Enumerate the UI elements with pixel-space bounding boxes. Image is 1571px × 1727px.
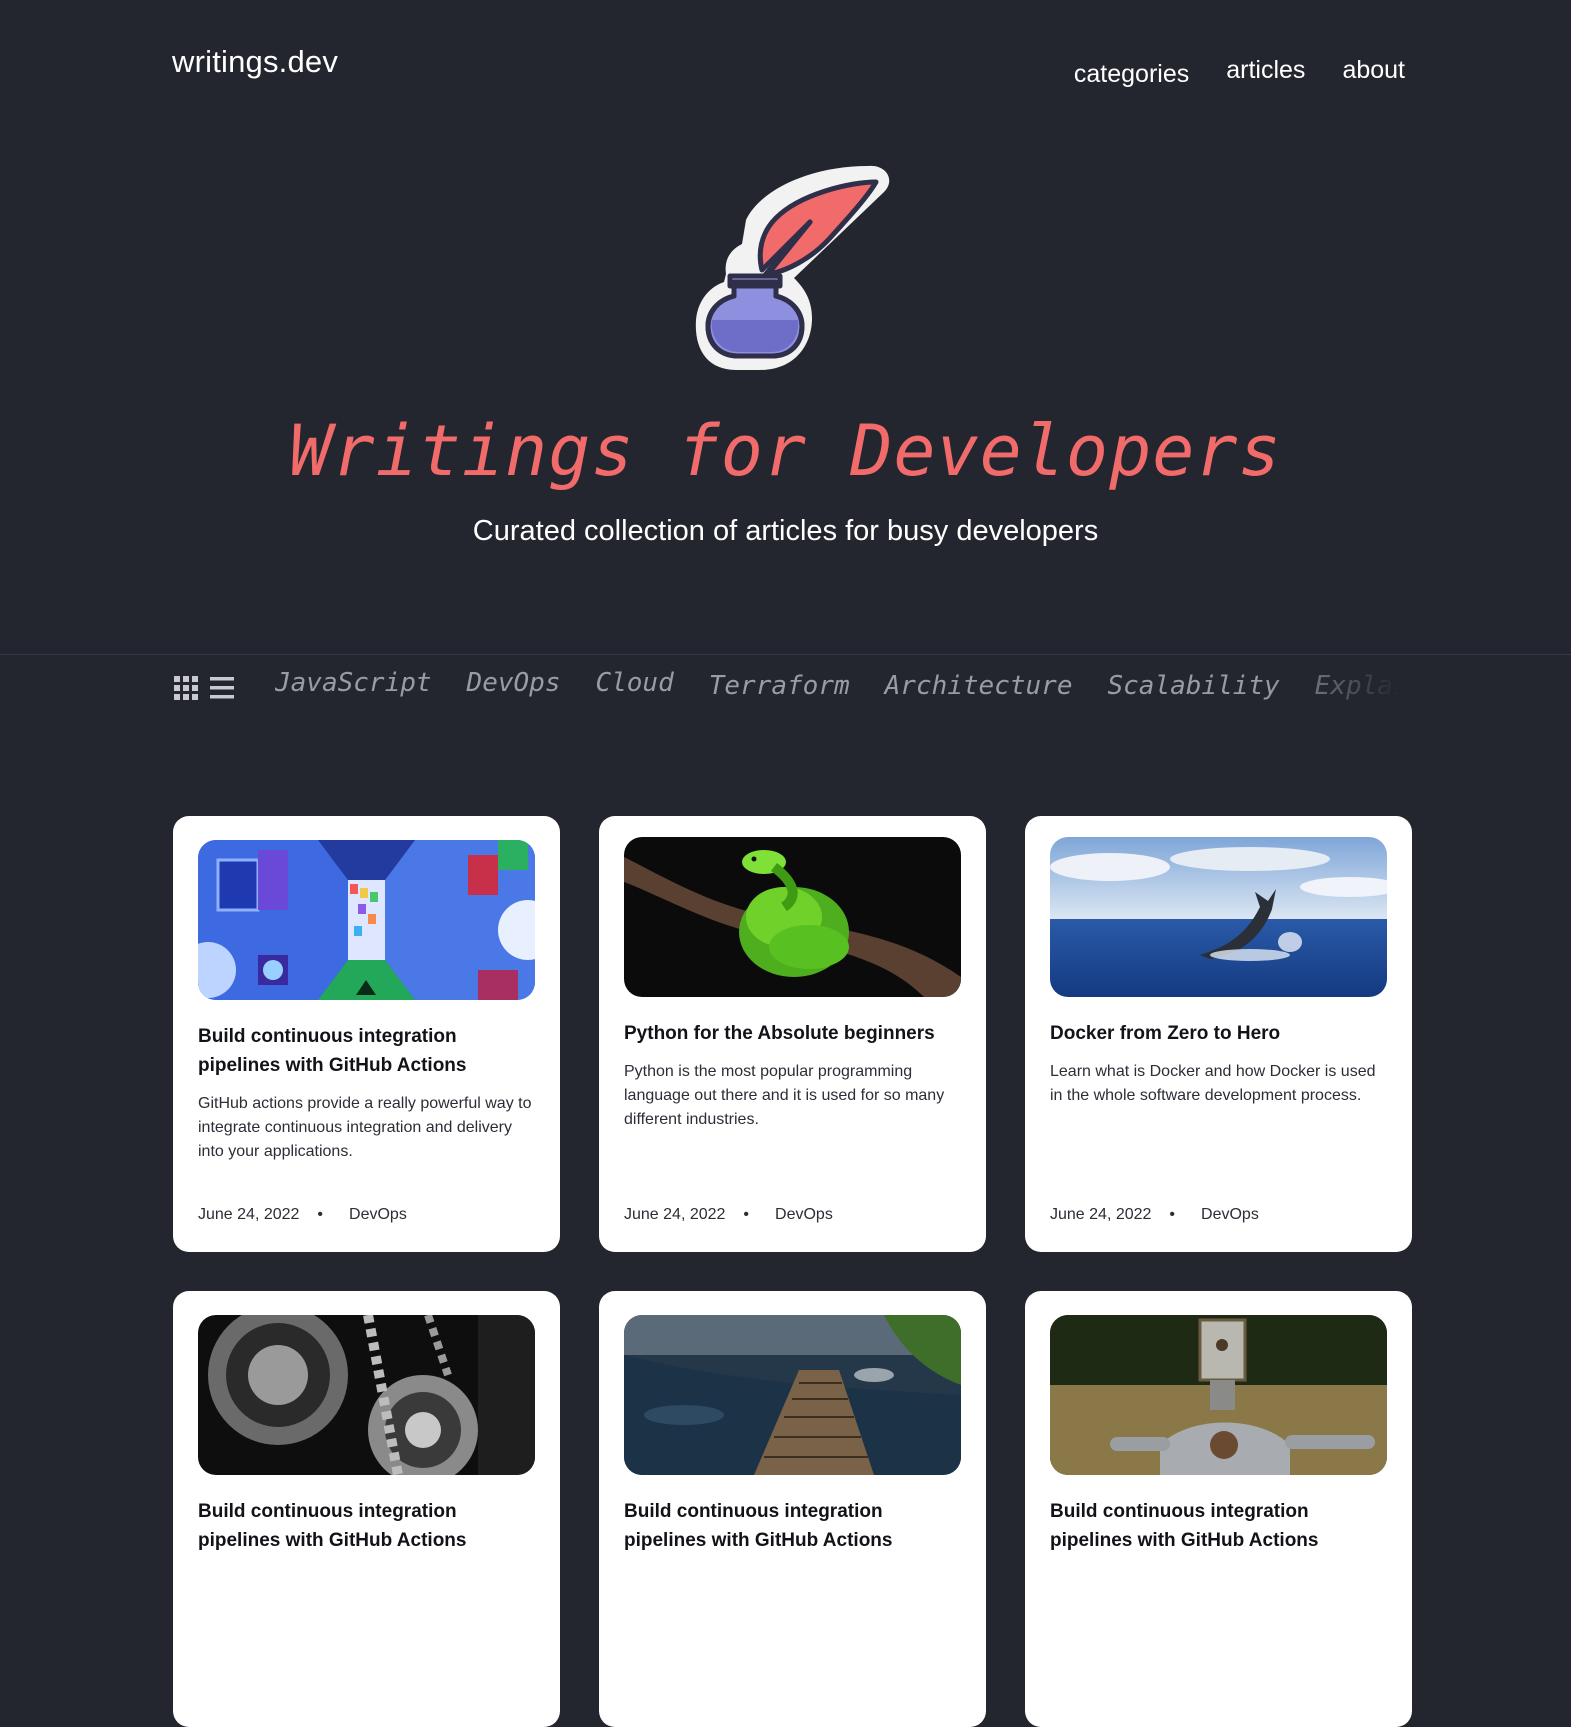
article-date: June 24, 2022 [1050,1206,1152,1223]
meta-separator-dot: • [1169,1206,1176,1223]
article-title[interactable]: Build continuous integration pipelines w… [198,1022,535,1080]
article-excerpt: Python is the most popular programming l… [624,1063,945,1128]
article-category[interactable]: DevOps [349,1206,407,1224]
article-title[interactable]: Python for the Absolute beginners [624,1019,961,1048]
article-category[interactable]: DevOps [1201,1206,1259,1224]
article-title[interactable]: Build continuous integration pipelines w… [624,1497,961,1555]
article-thumbnail [198,840,535,1000]
category-javascript[interactable]: JavaScript [275,668,432,698]
category-terraform[interactable]: Terraform [709,671,850,701]
article-date: June 24, 2022 [624,1206,726,1223]
nav-articles[interactable]: articles [1226,56,1305,85]
article-thumbnail [624,837,961,997]
list-view-icon[interactable] [210,676,234,700]
article-card[interactable]: Build continuous integration pipelines w… [173,1291,560,1727]
section-divider [0,654,1571,655]
category-architecture[interactable]: Architecture [885,671,1073,701]
article-date: June 24, 2022 [198,1206,300,1223]
meta-separator-dot: • [743,1206,750,1223]
article-card[interactable]: Docker from Zero to Hero Learn what is D… [1025,816,1412,1252]
article-category[interactable]: DevOps [775,1206,833,1224]
category-bar: JavaScript DevOps Cloud Terraform Architectu… [275,668,1400,718]
category-devops[interactable]: DevOps [467,668,561,698]
site-logo[interactable]: writings.dev [172,44,338,80]
article-thumbnail [1050,837,1387,997]
quill-inkwell-icon [695,165,890,370]
article-excerpt: Learn what is Docker and how Docker is u… [1050,1063,1376,1104]
article-thumbnail [1050,1315,1387,1475]
article-thumbnail [624,1315,961,1475]
meta-separator-dot: • [317,1206,324,1223]
article-card[interactable]: Build continuous integration pipelines w… [1025,1291,1412,1727]
article-title[interactable]: Build continuous integration pipelines w… [1050,1497,1387,1555]
category-cloud[interactable]: Cloud [595,668,673,698]
nav-about[interactable]: about [1342,56,1405,85]
article-card[interactable]: Python for the Absolute beginners Python… [599,816,986,1252]
article-thumbnail [198,1315,535,1475]
article-meta: June 24, 2022 • DevOps [198,1206,407,1224]
article-card[interactable]: Build continuous integration pipelines w… [599,1291,986,1727]
article-excerpt: GitHub actions provide a really powerful… [198,1095,532,1160]
view-toggle [174,676,234,700]
article-meta: June 24, 2022 • DevOps [624,1206,833,1224]
category-scalability[interactable]: Scalability [1107,671,1279,701]
article-title[interactable]: Build continuous integration pipelines w… [198,1497,535,1555]
main-nav: categories articles about [1074,56,1405,89]
article-grid: Build continuous integration pipelines w… [173,816,1413,1727]
article-meta: June 24, 2022 • DevOps [1050,1206,1259,1224]
category-explainers[interactable]: Explainers [1315,671,1400,701]
nav-categories[interactable]: categories [1074,60,1189,89]
grid-view-icon[interactable] [174,676,198,700]
article-title[interactable]: Docker from Zero to Hero [1050,1019,1387,1048]
hero-title: Writings for Developers [289,410,1282,492]
hero-subtitle: Curated collection of articles for busy … [472,515,1099,547]
article-card[interactable]: Build continuous integration pipelines w… [173,816,560,1252]
